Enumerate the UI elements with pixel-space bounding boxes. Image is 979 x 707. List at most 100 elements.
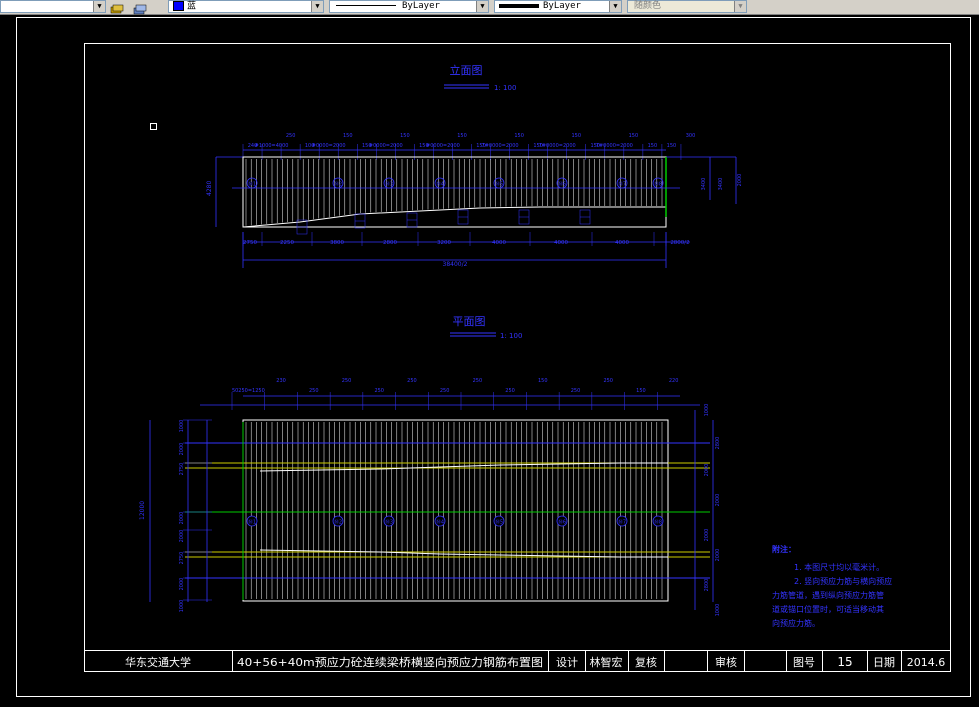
properties-toolbar: ▼ 蓝 ▼ ByLayer ▼ ByLayer ▼ 随颜色 ▼ [0,0,979,15]
chevron-down-icon: ▼ [476,1,488,12]
bottom-slab-line [242,206,666,228]
elev-top-dim: 7#0000=2000 [539,143,576,149]
plan-top-dim: 250 [374,388,384,394]
plan-top-dim: 50250=1250 [232,388,265,394]
plan-web-line [259,462,668,472]
section-marker-label: Ⓝ5 [495,519,503,526]
elev-top-dim: 300 [686,133,696,139]
section-marker-label: Ⓝ6 [558,519,566,526]
plan-top-dim: 250 [309,388,319,394]
design-label: 设计 [556,656,578,669]
elev-top-dim: 150 [457,133,467,139]
drawing-name: 40+56+40m预应力砼连续梁桥横竖向预应力钢筋布置图 [237,655,543,669]
plan-left-dim: 1000 [179,420,185,433]
elev-bottom-dim: 2800/2 [670,240,689,246]
elev-top-dim: 150 [514,133,524,139]
section-marker-label: Ⓝ5 [495,181,503,188]
linetype-sample [336,5,396,6]
elev-section-tags [296,209,591,235]
elev-top-dim: #0000=2000 [426,143,460,149]
elev-left-dim: 4280 [206,181,213,196]
plan-scale: 1: 100 [500,332,522,340]
note-line: 力筋管道，遇到纵向预应力筋管 [772,590,884,600]
elevation-scale: 1: 100 [494,84,516,92]
plan-top-dim: 250 [505,388,515,394]
elev-tendons [245,159,663,226]
elev-top-dim: 150 [400,133,410,139]
plan-top-dim: 250 [603,378,613,384]
elev-top-dim: 150 [648,143,658,149]
designer-name: 林智宏 [590,655,623,669]
plan-top-dim: 250 [342,378,352,384]
sheet-label: 图号 [793,656,815,669]
elev-bottom-dim: 2750 [243,240,257,246]
girder-outline [242,156,667,228]
elev-top-dim: 150 [629,133,639,139]
lineweight-dropdown[interactable]: ByLayer ▼ [494,0,622,13]
plan-left-dim: 2000 [179,443,185,456]
plan-right-dim: 2800 [704,579,710,592]
plan-left-dim: 2000 [179,578,185,591]
plan-right-dim: 2000 [715,494,721,507]
plan-left-dim: 1000 [179,600,185,613]
sheet-number: 15 [837,655,852,669]
plan-right-dim: 2800 [715,437,721,450]
elev-top-dim: #0000=2000 [369,143,403,149]
section-marker-label: Ⓝ2 [334,181,342,188]
chevron-down-icon: ▼ [734,1,746,12]
elev-bottom-dim: 2250 [280,240,294,246]
color-dropdown[interactable]: 蓝 ▼ [168,0,324,13]
plan-title: 平面图 [453,315,486,328]
plan-web-line [259,549,668,558]
section-marker-label: Ⓝ1 [248,181,256,188]
section-marker-label: Ⓝ3 [385,181,393,188]
plan-left-dim: 2000 [179,512,185,525]
note-line: 向预应力筋。 [772,618,820,628]
plan-view: 平面图 1: 100 50250=1250 230 250 250 250 250 250 2… [139,315,892,628]
drawing-canvas[interactable]: 立面图 1: 100 240 #1000=4000 250 100 #0000=2000… [0,14,979,703]
plan-top-dim: 250 [473,378,483,384]
title-block: 华东交通大学 40+56+40m预应力砼连续梁桥横竖向预应力钢筋布置图 设计 林… [84,650,951,672]
plan-top-dim: 150 [636,388,646,394]
elev-right-dims: 3400 3400 2000 [701,174,743,191]
date-label: 日期 [873,656,895,669]
elev-bottom-dims: 2750 2250 3800 2800 3200 4000 4000 4000 2800/2 [242,232,690,246]
elev-top-dim: 150 [343,133,353,139]
elev-bottom-dim: 4000 [492,240,506,246]
elev-top-dim: 150 [571,133,581,139]
plan-right-dim: 1000 [715,604,721,617]
date-value: 2014.6 [907,656,946,669]
layer-previous-icon[interactable] [133,0,147,15]
note-line: 1. 本图尺寸均以毫米计。 [794,562,884,572]
section-marker-label: Ⓝ8 [654,519,662,526]
plan-top-dim: 250 [407,378,417,384]
plan-right-dims: 1000 2800 2000 2000 2000 2000 2800 1000 [704,404,721,617]
plan-top-dim: 250 [571,388,581,394]
elev-bottom-dim: 2800 [383,240,397,246]
elevation-title: 立面图 [450,63,483,77]
lineweight-value: ByLayer [543,1,581,11]
deck-outline [242,419,669,602]
elev-right-dim: 3400 [701,178,707,191]
drawing-svg: 立面图 1: 100 240#1000=4000250100#0000=2000… [16,17,971,697]
elev-section-markers: Ⓝ1 Ⓝ2 Ⓝ3 Ⓝ4 Ⓝ5 Ⓝ6 Ⓝ7 Ⓝ8 [246,177,664,189]
elev-top-dim: 150 [667,143,677,149]
elev-top-dims: 240#1000=4000250100#0000=2000150150#0000… [242,133,696,160]
approve-label: 审核 [715,655,737,669]
note-line: 2. 竖向预应力筋与横向预应 [794,576,892,586]
chevron-down-icon: ▼ [311,1,323,12]
elev-top-dim: 7#0000=2000 [596,143,633,149]
layer-states-icon[interactable] [110,0,124,14]
plan-left-dim: 2750 [179,552,185,565]
section-marker-label: Ⓝ3 [385,519,393,526]
section-marker-label: Ⓝ4 [436,519,444,526]
plan-total-left: 12000 [139,501,146,520]
elev-bottom-dim: 4000 [554,240,568,246]
layer-dropdown[interactable]: ▼ [0,0,106,13]
plan-section-markers: Ⓝ1 Ⓝ2 Ⓝ3 Ⓝ4 Ⓝ5 Ⓝ6 Ⓝ7 Ⓝ8 [246,515,664,527]
linetype-value: ByLayer [402,1,440,11]
linetype-dropdown[interactable]: ByLayer ▼ [329,0,489,13]
plan-top-dim: 150 [538,378,548,384]
color-swatch [173,1,184,11]
section-marker-label: Ⓝ6 [558,181,566,188]
